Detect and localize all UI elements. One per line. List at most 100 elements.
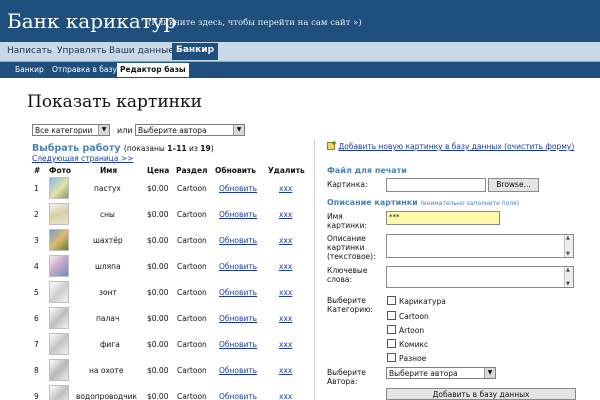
row-name: фига [100, 340, 120, 349]
main-nav: Написать Управлять Ваши данные Банкир [0, 42, 600, 62]
row-number: 4 [34, 262, 39, 271]
row-number: 8 [34, 366, 39, 375]
add-new-picture-link[interactable]: Добавить новую картинку в базу данных (о… [338, 142, 574, 151]
thumbnail-image[interactable] [49, 307, 69, 329]
row-name: водопроводчик [76, 392, 138, 400]
checkbox[interactable] [387, 325, 396, 334]
update-link[interactable]: Обновить [219, 288, 257, 297]
category-filter-value: Все категории [35, 126, 93, 135]
nav-item-write[interactable]: Написать [7, 46, 52, 56]
description-note: (внимательно заполните поля) [420, 200, 520, 207]
column-header-section: Раздел [176, 166, 208, 175]
update-link[interactable]: Обновить [219, 262, 257, 271]
delete-link[interactable]: xxx [279, 340, 292, 349]
nav-item-manage[interactable]: Управлять [57, 46, 107, 56]
next-page-link[interactable]: Следующая страница >> [32, 154, 133, 163]
category-option[interactable]: Cartoon [387, 311, 429, 322]
picture-name-input[interactable]: *** [386, 211, 500, 225]
row-price: $0.00 [147, 392, 169, 400]
table-row: 8 на охоте $0.00 Cartoon Обновить xxx [30, 357, 302, 383]
table-row: 7 фига $0.00 Cartoon Обновить xxx [30, 331, 302, 357]
category-option[interactable]: Artoon [387, 325, 424, 336]
nav-item-banker[interactable]: Банкир [172, 43, 219, 60]
update-link[interactable]: Обновить [219, 236, 257, 245]
table-row: 9 водопроводчик $0.00 Cartoon Обновить x… [30, 383, 302, 400]
update-link[interactable]: Обновить [219, 366, 257, 375]
category-filter-select[interactable]: Все категории ▼ [32, 124, 110, 136]
thumbnail-image[interactable] [49, 385, 69, 400]
category-option[interactable]: Разное [387, 353, 426, 364]
row-section: Cartoon [177, 314, 207, 323]
checkbox[interactable] [387, 353, 396, 362]
column-header-price: Цена [147, 166, 170, 175]
row-number: 7 [34, 340, 39, 349]
add-to-database-button[interactable]: Добавить в базу данных [386, 388, 576, 400]
delete-link[interactable]: xxx [279, 366, 292, 375]
author-label: Выберите Автора: [327, 368, 366, 386]
panel-divider [314, 140, 315, 400]
update-link[interactable]: Обновить [219, 210, 257, 219]
text-description-label: Описание картинки (текстовое): [327, 234, 376, 261]
add-new-picture[interactable]: Добавить новую картинку в базу данных (о… [327, 141, 577, 152]
row-price: $0.00 [147, 314, 169, 323]
chevron-down-icon: ▼ [98, 125, 109, 135]
site-header: Банк карикатур (Кликните здесь, чтобы пе… [0, 0, 600, 42]
row-price: $0.00 [147, 184, 169, 193]
row-section: Cartoon [177, 210, 207, 219]
page-title: Показать картинки [27, 92, 202, 112]
category-label: Выберите Категорию: [327, 296, 373, 314]
delete-link[interactable]: xxx [279, 210, 292, 219]
keywords-textarea[interactable] [386, 266, 574, 288]
table-row: 1 пастух $0.00 Cartoon Обновить xxx [30, 175, 302, 201]
column-header-update: Обновить [215, 166, 257, 175]
category-option[interactable]: Карикатура [387, 296, 446, 307]
row-section: Cartoon [177, 236, 207, 245]
delete-link[interactable]: xxx [279, 262, 292, 271]
thumbnail-image[interactable] [49, 177, 69, 199]
author-filter-select[interactable]: Выберите автора ▼ [135, 124, 245, 136]
column-header-delete: Удалить [268, 166, 305, 175]
scrollbar[interactable] [564, 235, 573, 257]
category-option-label: Cartoon [399, 312, 429, 321]
update-link[interactable]: Обновить [219, 340, 257, 349]
table-row: 4 шляпа $0.00 Cartoon Обновить xxx [30, 253, 302, 279]
name-label: Имя картинки: [327, 212, 367, 230]
thumbnail-image[interactable] [49, 281, 69, 303]
thumbnail-image[interactable] [49, 333, 69, 355]
column-header-num: # [34, 166, 41, 175]
subnav-item-upload[interactable]: Отправка в базу [52, 65, 117, 74]
update-link[interactable]: Обновить [219, 392, 257, 400]
chevron-down-icon: ▼ [484, 368, 495, 378]
checkbox[interactable] [387, 311, 396, 320]
picture-file-input[interactable] [386, 178, 486, 192]
update-link[interactable]: Обновить [219, 314, 257, 323]
browse-button[interactable]: Browse... [488, 178, 539, 192]
list-heading: Выбрать работу (показаны 1–11 из 19) [32, 143, 214, 154]
thumbnail-image[interactable] [49, 229, 69, 251]
delete-link[interactable]: xxx [279, 314, 292, 323]
row-number: 3 [34, 236, 39, 245]
category-option[interactable]: Комикс [387, 339, 428, 350]
thumbnail-image[interactable] [49, 255, 69, 277]
category-option-label: Карикатура [399, 297, 446, 306]
delete-link[interactable]: xxx [279, 392, 292, 400]
row-price: $0.00 [147, 340, 169, 349]
visit-site-link[interactable]: (Кликните здесь, чтобы перейти на сам са… [148, 18, 362, 28]
chevron-down-icon: ▼ [233, 125, 244, 135]
thumbnail-image[interactable] [49, 359, 69, 381]
subnav-item-db-editor[interactable]: Редактор базы [117, 63, 189, 77]
update-link[interactable]: Обновить [219, 184, 257, 193]
row-name: на охоте [89, 366, 124, 375]
delete-link[interactable]: xxx [279, 184, 292, 193]
nav-item-your-data[interactable]: Ваши данные [109, 46, 174, 56]
filter-or-label: или [117, 126, 133, 135]
delete-link[interactable]: xxx [279, 236, 292, 245]
checkbox[interactable] [387, 296, 396, 305]
subnav-item-banker[interactable]: Банкир [15, 65, 44, 74]
checkbox[interactable] [387, 339, 396, 348]
author-select[interactable]: Выберите автора ▼ [386, 367, 496, 379]
delete-link[interactable]: xxx [279, 288, 292, 297]
description-textarea[interactable] [386, 234, 574, 258]
thumbnail-image[interactable] [49, 203, 69, 225]
scrollbar[interactable] [564, 267, 573, 287]
